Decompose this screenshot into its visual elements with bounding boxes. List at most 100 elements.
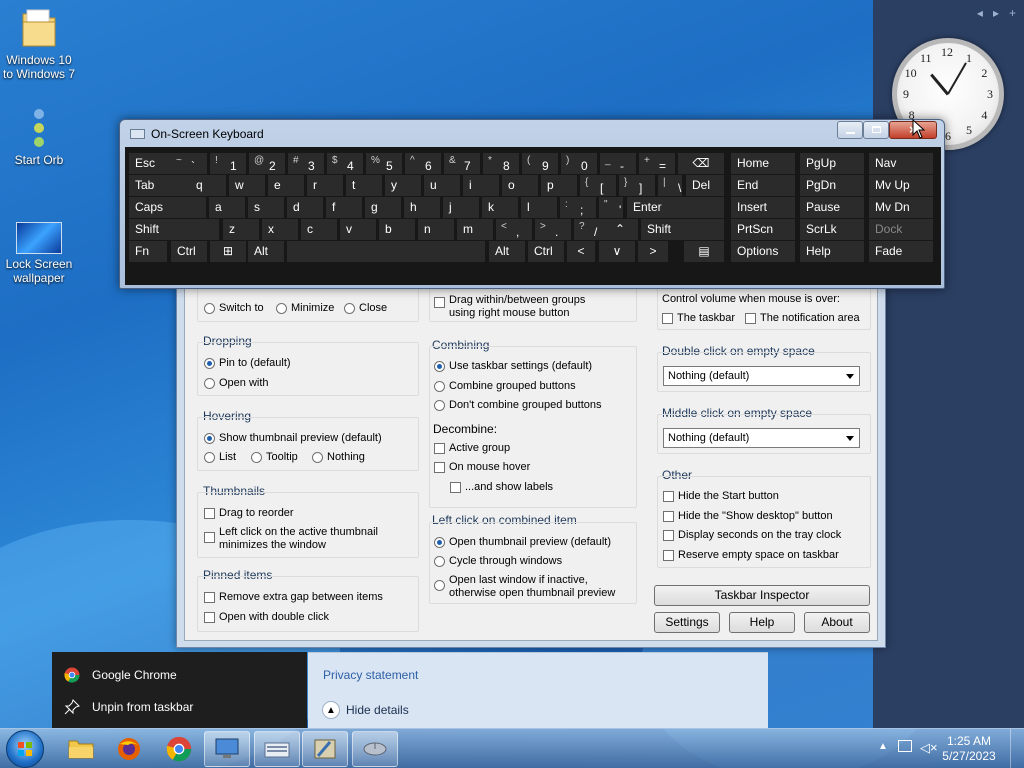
key-pause[interactable]: Pause	[800, 197, 864, 218]
key-end[interactable]: End	[731, 175, 795, 196]
key-8[interactable]: * 8	[483, 153, 519, 174]
volume-taskbar-checkbox[interactable]: The taskbar	[662, 312, 735, 325]
start-button[interactable]	[6, 730, 44, 768]
display-seconds-checkbox[interactable]: Display seconds on the tray clock	[663, 529, 841, 542]
key-o[interactable]: o	[502, 175, 538, 196]
tray-clock[interactable]: 1:25 AM 5/27/2023	[934, 734, 1004, 764]
cycle-through-windows-radio[interactable]: Cycle through windows	[434, 555, 562, 568]
key-f[interactable]: f	[326, 197, 362, 218]
show-labels-checkbox[interactable]: ...and show labels	[450, 481, 553, 494]
hide-details-toggle[interactable]: ▲ Hide details	[322, 701, 409, 719]
maximize-button[interactable]	[863, 121, 889, 139]
key-e[interactable]: e	[268, 175, 304, 196]
key-⌃[interactable]: ⌃	[602, 219, 638, 240]
pin-to-radio[interactable]: Pin to (default)	[204, 357, 291, 370]
show-hidden-icons-icon[interactable]: ▲	[878, 741, 888, 752]
desktop-icon-win10-to-win7[interactable]: Windows 10 to Windows 7	[0, 6, 78, 81]
key-d[interactable]: d	[287, 197, 323, 218]
key-alt[interactable]: Alt	[489, 241, 525, 262]
left-click-minimizes-checkbox[interactable]: Left click on the active thumbnail minim…	[204, 526, 378, 552]
key-2[interactable]: @2	[249, 153, 285, 174]
key-9[interactable]: (9	[522, 153, 558, 174]
key-b[interactable]: b	[379, 219, 415, 240]
gadget-next-icon[interactable]: ▸	[993, 6, 999, 20]
key-caps[interactable]: Caps	[129, 197, 206, 218]
key-5[interactable]: % 5	[366, 153, 402, 174]
nothing-radio[interactable]: Nothing	[312, 451, 365, 464]
key->[interactable]: >	[638, 241, 668, 262]
key-home[interactable]: Home	[731, 153, 795, 174]
taskbar-app-on-screen-keyboard[interactable]	[254, 731, 300, 767]
drag-to-reorder-checkbox[interactable]: Drag to reorder	[204, 507, 294, 520]
tooltip-radio[interactable]: Tooltip	[251, 451, 298, 464]
key-scrlk[interactable]: ScrLk	[800, 219, 864, 240]
key-pgdn[interactable]: PgDn	[800, 175, 864, 196]
key-%2C[interactable]: <,	[496, 219, 532, 240]
key-4[interactable]: $4	[327, 153, 363, 174]
network-icon[interactable]	[898, 740, 912, 752]
key-.[interactable]: >.	[535, 219, 571, 240]
on-mouse-hover-checkbox[interactable]: On mouse hover	[434, 461, 530, 474]
show-desktop-button[interactable]	[1010, 729, 1024, 768]
volume-notification-area-checkbox[interactable]: The notification area	[745, 312, 860, 325]
open-with-double-click-checkbox[interactable]: Open with double click	[204, 611, 329, 624]
key-⊞[interactable]: ⊞	[210, 241, 246, 262]
key-i[interactable]: i	[463, 175, 499, 196]
key-v[interactable]: v	[340, 219, 376, 240]
key-n[interactable]: n	[418, 219, 454, 240]
desktop-icon-lock-screen[interactable]: Lock Screen wallpaper	[0, 222, 78, 285]
taskbar-app-monitor[interactable]	[204, 731, 250, 767]
key-%3D[interactable]: + =	[639, 153, 675, 174]
key-∨[interactable]: ∨	[599, 241, 635, 262]
drag-right-mouse-checkbox[interactable]: Drag within/between groups using right m…	[434, 294, 585, 320]
key-a[interactable]: a	[209, 197, 245, 218]
key-g[interactable]: g	[365, 197, 401, 218]
taskbar-app-tweaker[interactable]	[302, 731, 348, 767]
privacy-statement-link[interactable]: Privacy statement	[323, 668, 418, 682]
switch-to-radio[interactable]: Switch to	[204, 302, 264, 315]
key-nav[interactable]: Nav	[869, 153, 933, 174]
key-m[interactable]: m	[457, 219, 493, 240]
key-k[interactable]: k	[482, 197, 518, 218]
key-q[interactable]: q	[190, 175, 226, 196]
key-mv-up[interactable]: Mv Up	[869, 175, 933, 196]
key-%5D[interactable]: }]	[619, 175, 655, 196]
key-6[interactable]: ^ 6	[405, 153, 441, 174]
key-del[interactable]: Del	[686, 175, 724, 196]
key-1[interactable]: ! 1	[210, 153, 246, 174]
key-pgup[interactable]: PgUp	[800, 153, 864, 174]
key-enter[interactable]: Enter	[627, 197, 724, 218]
show-thumbnail-preview-radio[interactable]: Show thumbnail preview (default)	[204, 432, 382, 445]
jump-item-unpin[interactable]: Unpin from taskbar	[64, 699, 193, 715]
hide-start-button-checkbox[interactable]: Hide the Start button	[663, 490, 779, 503]
hide-show-desktop-checkbox[interactable]: Hide the "Show desktop" button	[663, 510, 833, 523]
combine-grouped-radio[interactable]: Combine grouped buttons	[434, 380, 576, 393]
key-shift[interactable]: Shift	[641, 219, 724, 240]
key-insert[interactable]: Insert	[731, 197, 795, 218]
key-w[interactable]: w	[229, 175, 265, 196]
desktop-icon-start-orb[interactable]: Start Orb	[0, 108, 78, 167]
key-'[interactable]: " '	[599, 197, 623, 218]
key-help[interactable]: Help	[800, 241, 864, 262]
key-backslash[interactable]: | \	[658, 175, 682, 196]
key-ctrl[interactable]: Ctrl	[528, 241, 564, 262]
key-t[interactable]: t	[346, 175, 382, 196]
reserve-empty-space-checkbox[interactable]: Reserve empty space on taskbar	[663, 549, 839, 562]
key-options[interactable]: Options	[731, 241, 795, 262]
key-h[interactable]: h	[404, 197, 440, 218]
key-x[interactable]: x	[262, 219, 298, 240]
taskbar-explorer[interactable]	[58, 731, 104, 767]
key-mv-dn[interactable]: Mv Dn	[869, 197, 933, 218]
close-radio[interactable]: Close	[344, 302, 387, 315]
double-click-select[interactable]: Nothing (default)	[663, 366, 860, 386]
taskbar-chrome[interactable]	[156, 731, 202, 767]
key-tab[interactable]: Tab	[129, 175, 190, 196]
key-r[interactable]: r	[307, 175, 343, 196]
open-thumbnail-preview-radio[interactable]: Open thumbnail preview (default)	[434, 536, 611, 549]
about-button[interactable]: About	[804, 612, 870, 633]
key-space[interactable]	[287, 241, 485, 262]
key-▤[interactable]: ▤	[684, 241, 724, 262]
gadget-prev-icon[interactable]: ◂	[977, 6, 983, 20]
taskbar-app-mouse[interactable]	[352, 731, 398, 767]
settings-button[interactable]: Settings	[654, 612, 720, 633]
